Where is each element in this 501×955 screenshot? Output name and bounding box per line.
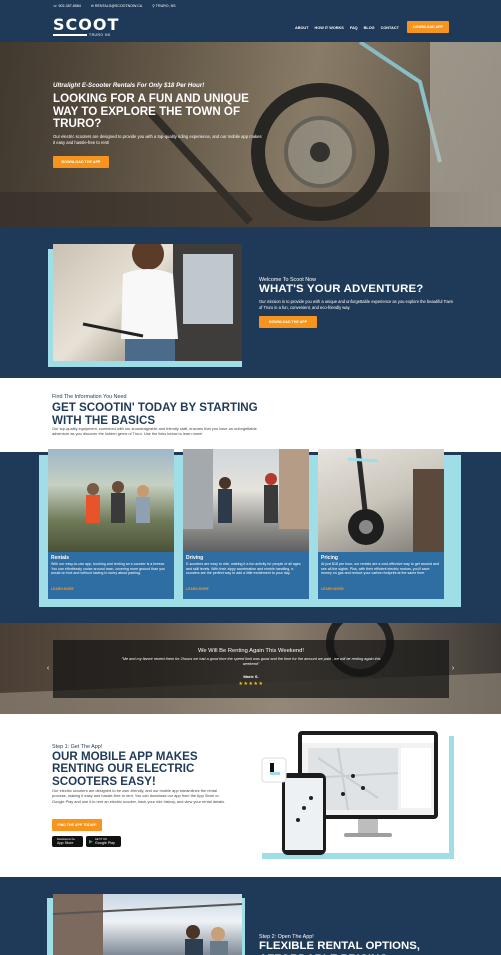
card-driving-link[interactable]: LEARN MORE — [186, 587, 209, 591]
carousel-next-icon[interactable]: › — [448, 663, 458, 673]
testimonial-title: We Will Be Renting Again This Weekend! — [197, 648, 304, 654]
app-devices-mockup — [261, 731, 438, 855]
card-driving[interactable]: Driving E-scooters are easy to ride, mak… — [183, 449, 309, 599]
location-text: ⚲ TRURO, NS — [152, 4, 176, 8]
rider-photo — [53, 244, 242, 361]
phone-link[interactable]: ☏ 902-357-6584 — [53, 4, 81, 8]
main-nav: ABOUT HOW IT WORKS FAQ BLOG CONTACT — [295, 26, 399, 30]
hero-download-button[interactable]: DOWNLOAD THE APP — [53, 156, 109, 168]
nav-how-it-works[interactable]: HOW IT WORKS — [315, 26, 344, 30]
card-pricing-image — [318, 448, 444, 552]
card-rentals-image — [48, 449, 174, 552]
hero-subtitle: Ultralight E-Scooter Rentals For Only $1… — [53, 82, 205, 89]
download-app-button[interactable]: DOWNLOAD APP — [407, 21, 449, 33]
card-rentals-text: With our easy-to-use app, booking and re… — [51, 562, 166, 576]
basics-kicker: Find The Information You Need — [52, 394, 127, 400]
testimonial-author: Marie S. — [243, 674, 259, 679]
google-play-icon: ▶ — [89, 838, 93, 845]
find-app-button[interactable]: FIND THE APP TODAY! — [52, 819, 102, 831]
logo[interactable]: SCOOT — [53, 15, 119, 34]
app-store-badge[interactable]: Download on the App Store — [52, 836, 83, 847]
logo-subtitle: TRURO NS — [89, 33, 111, 37]
basics-section: Find The Information You Need GET SCOOTI… — [0, 378, 501, 623]
hero-title: LOOKING FOR A FUN AND UNIQUE WAY TO EXPL… — [53, 92, 249, 130]
app-description: Our electric scooters are designed to be… — [52, 788, 226, 804]
adventure-title: WHAT'S YOUR ADVENTURE? — [259, 283, 424, 295]
hero-section: Ultralight E-Scooter Rentals For Only $1… — [0, 42, 501, 227]
nav-about[interactable]: ABOUT — [295, 26, 309, 30]
rating-stars: ★★★★★ — [238, 681, 264, 687]
nav-blog[interactable]: BLOG — [364, 26, 375, 30]
app-store-label: App Store — [57, 840, 74, 845]
adventure-section: Welcome To Scoot Now WHAT'S YOUR ADVENTU… — [0, 227, 501, 378]
testimonial-box: We Will Be Renting Again This Weekend! "… — [53, 640, 449, 698]
flex-title: FLEXIBLE RENTAL OPTIONS, AFFORDABLE PRIC… — [259, 940, 420, 955]
card-pricing[interactable]: Pricing At just $18 per hour, our rental… — [318, 448, 444, 599]
nav-contact[interactable]: CONTACT — [381, 26, 399, 30]
top-contact-bar: ☏ 902-357-6584 ✉ RENTALS@SCOOTNOW.CA ⚲ T… — [0, 0, 501, 12]
site-header: SCOOT TRURO NS ABOUT HOW IT WORKS FAQ BL… — [0, 12, 501, 42]
card-driving-text: E-scooters are easy to ride, making it a… — [186, 562, 301, 576]
carousel-prev-icon[interactable]: ‹ — [43, 663, 53, 673]
card-pricing-link[interactable]: LEARN MORE — [321, 587, 344, 591]
hero-description: Our electric scooters are designed to pr… — [53, 134, 262, 145]
flexible-rental-section: Step 2: Open The App! FLEXIBLE RENTAL OP… — [0, 877, 501, 955]
logo-underline — [53, 34, 87, 37]
card-rentals-title: Rentals — [51, 555, 70, 561]
card-rentals-link[interactable]: LEARN MORE — [51, 587, 74, 591]
bridge-photo — [53, 894, 242, 955]
testimonial-section: We Will Be Renting Again This Weekend! "… — [0, 623, 501, 714]
card-pricing-title: Pricing — [321, 555, 338, 561]
card-rentals[interactable]: Rentals With our easy-to-use app, bookin… — [48, 449, 174, 599]
card-driving-title: Driving — [186, 555, 204, 561]
card-pricing-text: At just $18 per hour, our rentals are a … — [321, 562, 439, 576]
google-play-badge[interactable]: ▶ GET IT ON Google Play — [86, 836, 121, 847]
adventure-download-button[interactable]: DOWNLOAD THE APP — [259, 316, 317, 328]
app-title: OUR MOBILE APP MAKES RENTING OUR ELECTRI… — [52, 750, 198, 788]
card-driving-image — [183, 449, 309, 552]
nav-faq[interactable]: FAQ — [350, 26, 358, 30]
mobile-app-section: Step 1: Get The App! OUR MOBILE APP MAKE… — [0, 714, 501, 877]
basics-description: Our top-quality equipment, combined with… — [52, 426, 257, 437]
basics-title: GET SCOOTIN' TODAY BY STARTING WITH THE … — [52, 401, 258, 427]
google-play-label: Google Play — [94, 840, 115, 845]
adventure-description: Our mission is to provide you with a uni… — [259, 299, 454, 310]
email-link[interactable]: ✉ RENTALS@SCOOTNOW.CA — [91, 4, 142, 8]
testimonial-quote: "Me and my fiancé rented them for 2hours… — [121, 657, 381, 666]
